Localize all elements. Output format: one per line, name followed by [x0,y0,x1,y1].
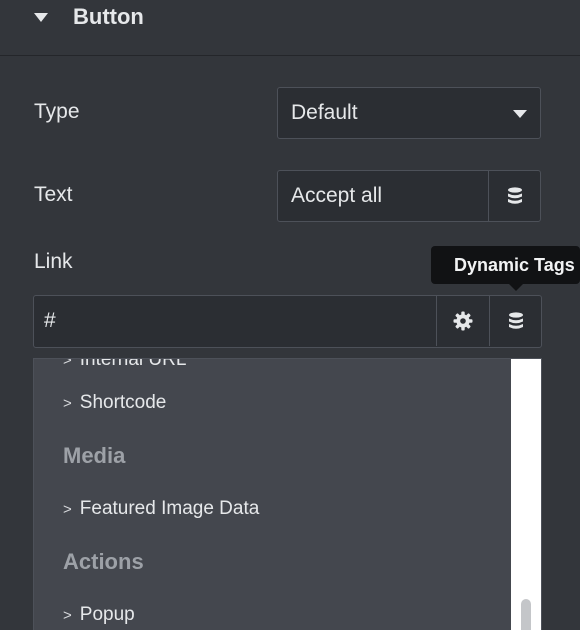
section-title: Button [73,4,144,29]
link-label: Link [34,250,73,273]
link-url-field[interactable]: # [33,295,542,348]
caret-down-icon[interactable] [34,13,48,23]
dropdown-item-shortcode[interactable]: > Shortcode [63,392,166,414]
chevron-right-icon: > [63,501,72,518]
dropdown-item-label: Shortcode [79,392,167,413]
type-select-value: Default [291,101,358,124]
dropdown-item-internal-url[interactable]: > Internal URL [63,358,187,371]
dropdown-item-label: Internal URL [79,358,187,370]
scrollbar-thumb[interactable] [521,599,531,630]
dropdown-scrollbar[interactable] [511,359,541,630]
chevron-right-icon: > [63,358,72,369]
link-dynamic-tags-button[interactable] [489,296,541,346]
tooltip-text: Dynamic Tags [454,255,575,275]
database-icon [508,312,523,329]
text-label: Text [34,183,73,206]
chevron-right-icon: > [63,607,72,624]
dropdown-item-label: Featured Image Data [79,498,260,519]
link-settings-button[interactable] [436,296,488,346]
dropdown-item-featured-image-data[interactable]: > Featured Image Data [63,498,259,520]
dropdown-group-media: Media [63,443,126,468]
section-header-button[interactable]: Button [0,0,580,56]
text-dynamic-tags-button[interactable] [488,171,540,221]
database-icon [507,187,522,204]
text-field-value: Accept all [291,184,383,207]
dropdown-item-popup[interactable]: > Popup [63,604,135,626]
dynamic-tags-dropdown: > Internal URL > Shortcode Media > Featured… [33,358,542,630]
chevron-down-icon [513,110,527,118]
dynamic-tags-tooltip: Dynamic Tags [431,246,580,291]
gear-icon [453,311,472,331]
type-label: Type [34,100,80,123]
dropdown-item-label: Popup [79,604,135,625]
dropdown-group-actions: Actions [63,549,144,574]
chevron-right-icon: > [63,395,72,412]
link-url-value: # [44,309,56,332]
text-field[interactable]: Accept all [277,170,541,222]
tooltip-arrow [508,283,524,291]
type-select[interactable]: Default [277,87,541,139]
editor-panel: Button Type Default Text Accept all Link… [0,0,580,630]
